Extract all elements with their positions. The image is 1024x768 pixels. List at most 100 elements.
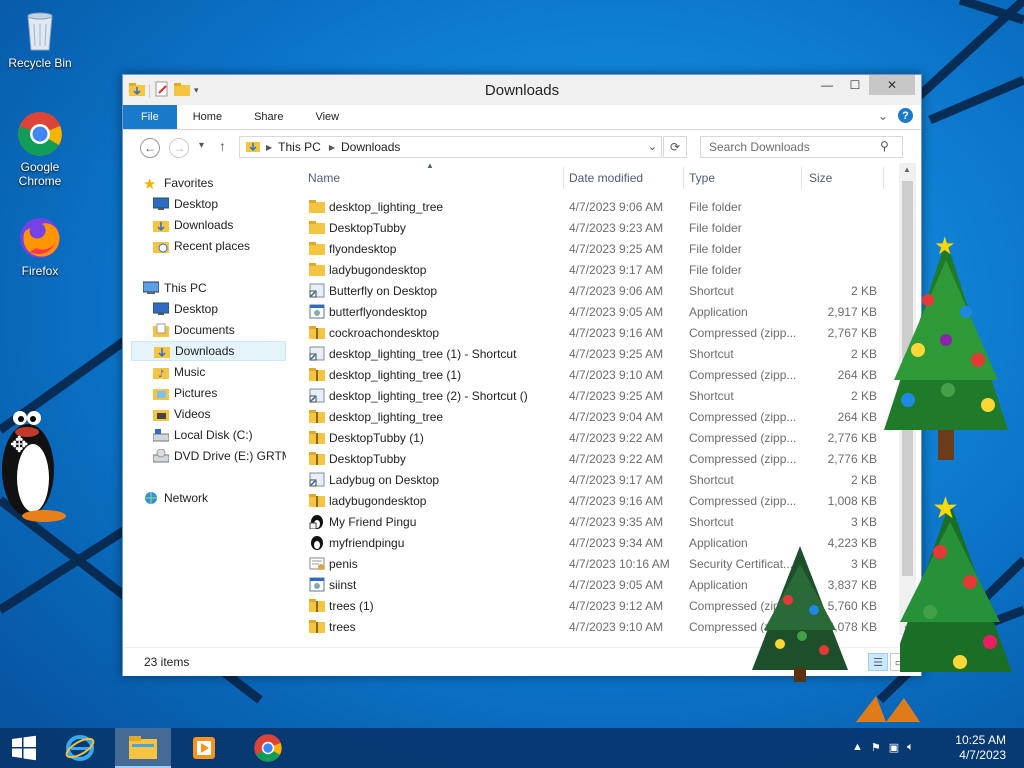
file-row[interactable]: DesktopTubby 4/7/2023 9:22 AM Compressed (… (299, 448, 899, 469)
expand-ribbon-icon[interactable]: ⌄ (878, 109, 888, 123)
clock[interactable]: 10:25 AM 4/7/2023 (955, 733, 1006, 763)
file-row[interactable]: butterflyondesktop 4/7/2023 9:05 AM Applic… (299, 301, 899, 322)
nav-item-downloads[interactable]: Downloads (131, 341, 286, 361)
up-button[interactable]: ↑ (219, 138, 226, 154)
back-button[interactable]: ← (140, 138, 160, 158)
tab-home[interactable]: Home (177, 105, 238, 129)
file-date-modified: 4/7/2023 9:34 AM (569, 536, 664, 550)
nav-item-pictures[interactable]: Pictures (131, 383, 286, 403)
desktop-icon-label: Firefox (21, 264, 59, 278)
tab-file[interactable]: File (123, 105, 177, 129)
file-row[interactable]: desktop_lighting_tree (1) 4/7/2023 9:10 A… (299, 364, 899, 385)
column-header-date[interactable]: Date modified (569, 171, 643, 189)
chevron-down-icon[interactable]: ⌄ (648, 140, 657, 153)
column-header-type[interactable]: Type (689, 171, 715, 189)
file-row[interactable]: Butterfly on Desktop 4/7/2023 9:06 AM Shor… (299, 280, 899, 301)
file-row[interactable]: ladybugondesktop 4/7/2023 9:16 AM Compress… (299, 490, 899, 511)
forward-button[interactable]: → (169, 138, 189, 158)
minimize-button[interactable]: — (813, 75, 841, 95)
file-row[interactable]: desktop_lighting_tree 4/7/2023 9:06 AM Fil… (299, 196, 899, 217)
file-row[interactable]: DesktopTubby (1) 4/7/2023 9:22 AM Compress… (299, 427, 899, 448)
details-view-button[interactable]: ☰ (868, 653, 888, 671)
help-icon[interactable]: ? (898, 108, 913, 123)
file-size: 2 KB (850, 284, 877, 298)
column-header-size[interactable]: Size (809, 171, 832, 189)
file-date-modified: 4/7/2023 9:35 AM (569, 515, 664, 529)
network-icon[interactable]: ▣ (889, 741, 899, 754)
search-input[interactable] (700, 136, 903, 158)
file-row[interactable]: flyondesktop 4/7/2023 9:25 AM File folder (299, 238, 899, 259)
desktop-icon-firefox[interactable]: Firefox (0, 214, 80, 278)
action-center-icon[interactable]: ⚑ (871, 741, 881, 754)
nav-item-network[interactable]: Network (131, 488, 286, 508)
shortcut-icon (309, 472, 325, 487)
nav-item-dvd-drive-e-grtm[interactable]: DVD Drive (E:) GRTM (131, 446, 286, 466)
show-hidden-icons-icon[interactable]: ▲ (852, 741, 863, 754)
column-header-name[interactable]: Name (308, 171, 340, 189)
taskbar-chrome[interactable] (240, 728, 296, 768)
file-type: Shortcut (689, 515, 734, 529)
svg-text:★: ★ (934, 232, 956, 260)
nav-item-downloads[interactable]: Downloads (131, 215, 286, 235)
desktop-icon (152, 302, 170, 316)
file-type: File folder (689, 221, 742, 235)
file-row[interactable]: DesktopTubby 4/7/2023 9:23 AM File folder (299, 217, 899, 238)
file-row[interactable]: desktop_lighting_tree (2) - Shortcut () 4… (299, 385, 899, 406)
nav-item-this-pc[interactable]: This PC (131, 278, 286, 298)
nav-item-favorites[interactable]: ★ Favorites (131, 173, 286, 193)
nav-item-label: DVD Drive (E:) GRTM (174, 449, 286, 463)
breadcrumb-this-pc[interactable]: This PC (278, 140, 321, 154)
breadcrumb-downloads[interactable]: Downloads (341, 140, 400, 154)
close-button[interactable]: ✕ (869, 75, 915, 95)
documents-icon (153, 323, 169, 337)
taskbar-internet-explorer[interactable] (52, 728, 108, 768)
address-bar[interactable]: ▶ This PC ▶ Downloads ⌄ (239, 136, 662, 158)
desktop-icon-recycle-bin[interactable]: Recycle Bin (0, 6, 80, 70)
recent-locations-button[interactable]: ▾ (199, 140, 204, 151)
nav-item-desktop[interactable]: Desktop (131, 299, 286, 319)
nav-item-music[interactable]: ♪ Music (131, 362, 286, 382)
file-date-modified: 4/7/2023 9:06 AM (569, 200, 664, 214)
file-name: Ladybug on Desktop (329, 473, 440, 487)
christmas-tree-right[interactable]: ★ (900, 482, 1024, 692)
desktop-icon-label: Google Chrome (18, 160, 62, 188)
file-row[interactable]: desktop_lighting_tree 4/7/2023 9:04 AM Com… (299, 406, 899, 427)
file-date-modified: 4/7/2023 9:05 AM (569, 305, 664, 319)
nav-item-documents[interactable]: Documents (131, 320, 286, 340)
tab-view[interactable]: View (299, 105, 355, 129)
title-bar[interactable]: ▾ Downloads — ☐ ✕ (123, 75, 921, 105)
butterfly-desktop-pet[interactable] (846, 692, 926, 728)
file-row[interactable]: desktop_lighting_tree (1) - Shortcut 4/7/… (299, 343, 899, 364)
file-row[interactable]: My Friend Pingu 4/7/2023 9:35 AM Shortcut 3… (299, 511, 899, 532)
file-row[interactable]: Ladybug on Desktop 4/7/2023 9:17 AM Shortc… (299, 469, 899, 490)
nav-item-videos[interactable]: Videos (131, 404, 286, 424)
scroll-up-icon[interactable]: ▲ (903, 165, 911, 174)
taskbar-media-player[interactable] (176, 728, 232, 768)
desktop-icon-chrome[interactable]: Google Chrome (0, 110, 80, 188)
chrome-icon (254, 734, 282, 762)
pingu-desktop-pet[interactable]: ✥ (0, 400, 68, 524)
nav-item-desktop[interactable]: Desktop (131, 194, 286, 214)
zip-folder-icon (309, 409, 325, 424)
nav-item-local-disk-c[interactable]: Local Disk (C:) (131, 425, 286, 445)
file-row[interactable]: ladybugondesktop 4/7/2023 9:17 AM File fol… (299, 259, 899, 280)
file-size: 3 KB (850, 515, 877, 529)
file-name: desktop_lighting_tree (1) (329, 368, 462, 382)
file-row[interactable]: cockroachondesktop 4/7/2023 9:16 AM Compre… (299, 322, 899, 343)
nav-item-recent-places[interactable]: Recent places (131, 236, 286, 256)
start-button[interactable] (0, 728, 48, 768)
christmas-tree-large[interactable]: ★ (868, 230, 1024, 470)
volume-icon[interactable]: 🔈︎ (907, 741, 914, 754)
christmas-tree-small[interactable] (744, 540, 856, 690)
start-icon (12, 735, 36, 761)
svg-text:★: ★ (143, 176, 156, 190)
local-disk-icon (152, 428, 170, 442)
shortcut-icon (309, 388, 325, 403)
maximize-button[interactable]: ☐ (841, 75, 869, 95)
zip-folder-icon (309, 430, 325, 445)
tab-share[interactable]: Share (238, 105, 299, 129)
taskbar-file-explorer[interactable] (115, 728, 171, 768)
refresh-button[interactable]: ⟳ (663, 136, 687, 158)
file-name: Butterfly on Desktop (329, 284, 438, 298)
firefox-icon (16, 214, 64, 262)
